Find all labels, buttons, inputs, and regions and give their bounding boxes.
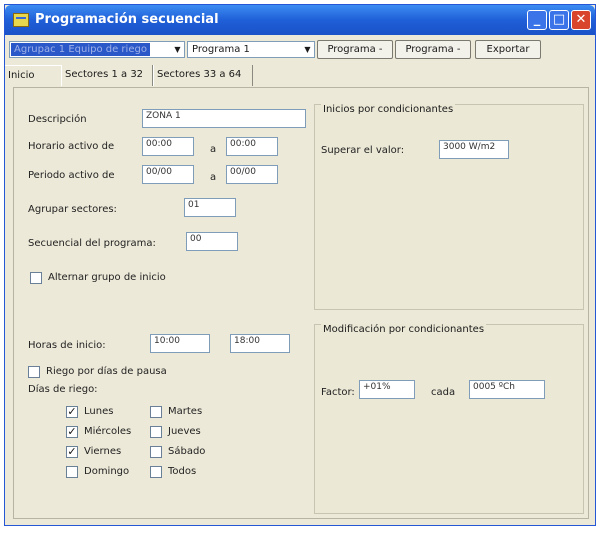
agrupar-label: Agrupar sectores: [28, 204, 117, 215]
maximize-button[interactable]: □ [549, 10, 569, 30]
chevron-down-icon[interactable]: ▼ [171, 42, 184, 57]
program-select-value: Programa 1 [192, 44, 250, 55]
tab-inicio[interactable]: Inicio [5, 65, 61, 86]
day-label-miercoles: Miércoles [84, 426, 132, 437]
day-label-martes: Martes [168, 406, 203, 417]
program-window: Programación secuencial _ □ ✕ Agrupac 1 … [4, 4, 596, 526]
inicios-condicionantes-group: Inicios por condicionantes Superar el va… [314, 104, 584, 310]
minimize-button[interactable]: _ [527, 10, 547, 30]
cada-input[interactable]: 0005 ºCh [469, 380, 545, 399]
alternar-label: Alternar grupo de inicio [48, 272, 166, 283]
secuencial-input[interactable]: 00 [186, 232, 238, 251]
day-checkbox-miercoles[interactable]: ✓ [66, 426, 78, 438]
horario-a-label: a [210, 144, 217, 155]
day-label-todos: Todos [168, 466, 197, 477]
day-checkbox-viernes[interactable]: ✓ [66, 446, 78, 458]
superar-input[interactable]: 3000 W/m2 [439, 140, 509, 159]
descripcion-input[interactable]: ZONA 1 [142, 109, 306, 128]
day-checkbox-martes[interactable] [150, 406, 162, 418]
horario-from-input[interactable]: 00:00 [142, 137, 194, 156]
horario-label: Horario activo de [28, 141, 115, 152]
window-title: Programación secuencial [35, 12, 219, 27]
title-bar[interactable]: Programación secuencial _ □ ✕ [5, 5, 595, 35]
horas-inicio-label: Horas de inicio: [28, 340, 106, 351]
descripcion-label: Descripción [28, 114, 87, 125]
agrupar-input[interactable]: 01 [184, 198, 236, 217]
factor-input[interactable]: +01% [359, 380, 415, 399]
day-label-jueves: Jueves [168, 426, 201, 437]
day-checkbox-todos[interactable] [150, 466, 162, 478]
day-checkbox-lunes[interactable]: ✓ [66, 406, 78, 418]
close-button[interactable]: ✕ [571, 10, 591, 30]
day-label-lunes: Lunes [84, 406, 114, 417]
inicios-condicionantes-title: Inicios por condicionantes [321, 104, 456, 115]
riego-pausa-label: Riego por días de pausa [46, 366, 167, 377]
group-select-value: Agrupac 1 Equipo de riego [11, 43, 150, 56]
day-label-domingo: Domingo [84, 466, 130, 477]
periodo-from-input[interactable]: 00/00 [142, 165, 194, 184]
modificacion-condicionantes-title: Modificación por condicionantes [321, 324, 487, 335]
periodo-label: Periodo activo de [28, 170, 115, 181]
day-checkbox-domingo[interactable] [66, 466, 78, 478]
hora-inicio-2-input[interactable]: 18:00 [230, 334, 290, 353]
export-button[interactable]: Exportar [475, 40, 541, 59]
group-select[interactable]: Agrupac 1 Equipo de riego ▼ [9, 41, 185, 58]
day-checkbox-sabado[interactable] [150, 446, 162, 458]
factor-label: Factor: [321, 387, 355, 398]
modificacion-condicionantes-group: Modificación por condicionantes Factor: … [314, 324, 584, 514]
hora-inicio-1-input[interactable]: 10:00 [150, 334, 210, 353]
app-icon [13, 13, 29, 27]
periodo-to-input[interactable]: 00/00 [226, 165, 278, 184]
program-select[interactable]: Programa 1 ▼ [187, 41, 315, 58]
day-label-sabado: Sábado [168, 446, 206, 457]
chevron-down-icon[interactable]: ▼ [301, 42, 314, 57]
cada-label: cada [431, 387, 456, 398]
alternar-checkbox[interactable] [30, 272, 42, 284]
secuencial-label: Secuencial del programa: [28, 238, 156, 249]
inicio-panel: Descripción ZONA 1 Horario activo de 00:… [13, 87, 589, 519]
day-checkbox-jueves[interactable] [150, 426, 162, 438]
horario-to-input[interactable]: 00:00 [226, 137, 278, 156]
riego-pausa-checkbox[interactable] [28, 366, 40, 378]
superar-label: Superar el valor: [321, 145, 405, 156]
periodo-a-label: a [210, 172, 217, 183]
tab-sectores-1-32[interactable]: Sectores 1 a 32 [61, 65, 153, 86]
dias-riego-label: Días de riego: [28, 384, 98, 395]
day-label-viernes: Viernes [84, 446, 122, 457]
tab-sectores-33-64[interactable]: Sectores 33 a 64 [153, 65, 253, 86]
program-prev-button[interactable]: Programa - [317, 40, 393, 59]
program-next-button[interactable]: Programa - [395, 40, 471, 59]
toolbar: Agrupac 1 Equipo de riego ▼ Programa 1 ▼… [5, 37, 595, 61]
